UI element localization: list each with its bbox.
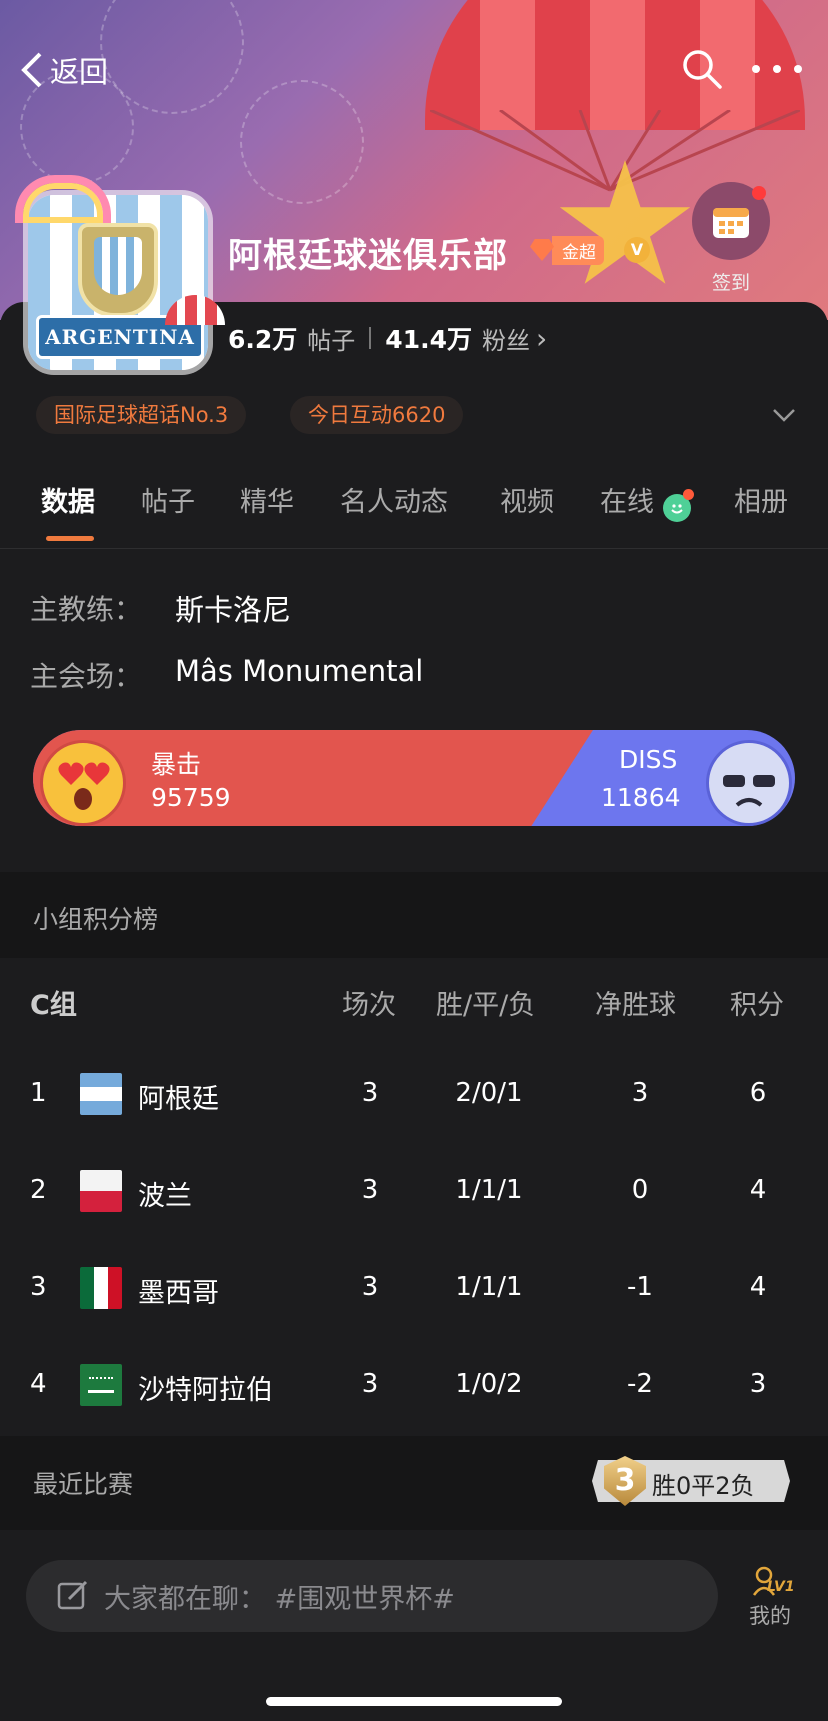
recent-matches-title: 最近比赛 <box>33 1470 134 1499</box>
vote-diss-count: 11864 <box>601 783 681 812</box>
posts-count: 6.2万 <box>228 325 298 354</box>
venue-label: 主会场： <box>30 660 143 693</box>
club-avatar[interactable]: ARGENTINA <box>15 175 225 375</box>
coach-label: 主教练： <box>30 593 143 626</box>
row-rank: 2 <box>30 1175 47 1205</box>
tab-active-indicator <box>46 536 94 541</box>
star-decoration: ★ <box>548 126 702 320</box>
row-points: 4 <box>749 1272 767 1302</box>
club-title: 阿根廷球迷俱乐部 <box>228 236 508 276</box>
row-team: 沙特阿拉伯 <box>138 1375 273 1406</box>
standings-title: 小组积分榜 <box>33 905 159 934</box>
checkin-label: 签到 <box>711 272 750 294</box>
vote-diss-label: DISS <box>619 745 678 774</box>
level-badge[interactable]: 金超 <box>530 235 604 265</box>
row-team: 墨西哥 <box>138 1278 219 1309</box>
row-wdl: 1/1/1 <box>455 1272 523 1302</box>
header-played: 场次 <box>342 990 396 1021</box>
row-gd: 0 <box>631 1175 649 1205</box>
notification-dot <box>752 186 766 200</box>
argentina-flag-icon <box>80 1073 122 1115</box>
row-rank: 4 <box>30 1369 47 1399</box>
tab-data[interactable]: 数据 <box>41 480 95 519</box>
chevron-down-icon[interactable] <box>772 405 796 425</box>
stats-divider <box>369 327 372 349</box>
post-input-text: 大家都在聊： #围观世界杯# <box>104 1583 455 1615</box>
tab-bar: 数据 帖子 精华 名人动态 视频 在线 相册 <box>0 480 828 550</box>
row-played: 3 <box>361 1272 379 1302</box>
tab-featured[interactable]: 精华 <box>240 480 294 519</box>
row-played: 3 <box>361 1078 379 1108</box>
more-icon[interactable] <box>752 55 802 83</box>
row-wdl: 2/0/1 <box>455 1078 523 1108</box>
recent-record[interactable]: 3 胜0平2负 <box>592 1456 790 1506</box>
ranking-tag[interactable]: 国际足球超话No.3 <box>36 396 247 434</box>
venue-value: Mâs Monumental <box>175 654 424 688</box>
record-text: 胜0平2负 <box>652 1472 755 1500</box>
level-label: LV1 <box>767 1579 795 1595</box>
header-points: 积分 <box>730 990 784 1021</box>
row-rank: 1 <box>30 1078 47 1108</box>
saudi-flag-icon <box>80 1364 122 1406</box>
back-button[interactable]: 返回 <box>18 45 108 95</box>
tab-album[interactable]: 相册 <box>734 480 788 519</box>
row-played: 3 <box>361 1175 379 1205</box>
vote-love-count: 95759 <box>151 783 231 812</box>
group-label: C组 <box>30 990 77 1021</box>
verified-icon: V <box>624 237 650 263</box>
profile-icon[interactable]: LV1 <box>752 1565 795 1596</box>
mexico-flag-icon <box>80 1267 122 1309</box>
chevron-left-icon <box>21 52 42 88</box>
divider <box>0 548 828 549</box>
rainbow-icon <box>15 175 111 223</box>
vote-bar[interactable] <box>33 730 795 826</box>
row-points: 4 <box>749 1175 767 1205</box>
posts-label: 帖子 <box>307 326 356 355</box>
row-points: 6 <box>749 1078 767 1108</box>
online-dot <box>683 489 694 500</box>
interaction-tag[interactable]: 今日互动6620 <box>290 396 464 434</box>
chevron-right-icon: › <box>535 321 548 355</box>
edit-icon <box>57 1580 88 1610</box>
row-team: 阿根廷 <box>138 1084 219 1115</box>
firework-decoration <box>240 80 364 204</box>
tab-posts[interactable]: 帖子 <box>141 480 195 519</box>
vote-love-label: 暴击 <box>151 750 202 779</box>
tab-celebrity[interactable]: 名人动态 <box>340 480 448 519</box>
tab-online[interactable]: 在线 <box>600 480 654 519</box>
row-gd: -1 <box>627 1272 653 1302</box>
fans-count: 41.4万 <box>385 325 472 354</box>
crest-icon <box>78 223 158 317</box>
search-icon[interactable] <box>680 47 724 91</box>
row-points: 3 <box>749 1369 767 1399</box>
row-gd: -2 <box>627 1369 653 1399</box>
back-label: 返回 <box>50 55 109 89</box>
header-wdl: 胜/平/负 <box>436 990 536 1021</box>
home-indicator <box>266 1697 562 1706</box>
coach-value: 斯卡洛尼 <box>175 593 292 627</box>
gem-icon <box>530 239 554 261</box>
row-played: 3 <box>361 1369 379 1399</box>
row-wdl: 1/0/2 <box>455 1369 523 1399</box>
club-stats[interactable]: 6.2万 帖子 41.4万 粉丝 › <box>228 320 547 356</box>
row-team: 波兰 <box>138 1181 192 1212</box>
row-wdl: 1/1/1 <box>455 1175 523 1205</box>
diss-face-icon[interactable] <box>706 740 792 826</box>
calendar-icon <box>713 208 749 238</box>
tab-video[interactable]: 视频 <box>500 480 554 519</box>
me-label[interactable]: 我的 <box>740 1600 800 1630</box>
post-input[interactable]: 大家都在聊： #围观世界杯# <box>26 1560 718 1632</box>
row-rank: 3 <box>30 1272 47 1302</box>
heart-eyes-icon[interactable] <box>40 740 126 826</box>
level-badge-label: 金超 <box>552 235 604 265</box>
poland-flag-icon <box>80 1170 122 1212</box>
fans-label: 粉丝 <box>481 326 530 355</box>
row-gd: 3 <box>631 1078 649 1108</box>
header-gd: 净胜球 <box>595 990 676 1021</box>
